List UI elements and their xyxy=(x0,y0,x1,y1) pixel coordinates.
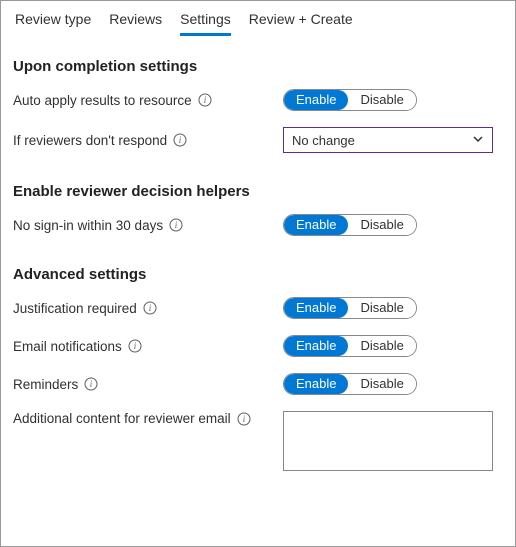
toggle-justification-enable[interactable]: Enable xyxy=(284,298,348,318)
svg-text:i: i xyxy=(149,303,152,313)
section-title-completion: Upon completion settings xyxy=(13,58,503,75)
label-no-respond: If reviewers don't respond i xyxy=(13,133,283,148)
toggle-email-notif-disable[interactable]: Disable xyxy=(348,336,415,356)
settings-panel: Review type Reviews Settings Review + Cr… xyxy=(0,0,516,547)
toggle-auto-apply-enable[interactable]: Enable xyxy=(284,90,348,110)
chevron-down-icon xyxy=(472,133,484,148)
toggle-no-signin-enable[interactable]: Enable xyxy=(284,215,348,235)
toggle-no-signin-disable[interactable]: Disable xyxy=(348,215,415,235)
row-no-signin: No sign-in within 30 days i Enable Disab… xyxy=(13,214,503,236)
info-icon[interactable]: i xyxy=(169,218,183,232)
toggle-justification-disable[interactable]: Disable xyxy=(348,298,415,318)
tab-reviews[interactable]: Reviews xyxy=(109,7,162,36)
info-icon[interactable]: i xyxy=(84,377,98,391)
select-no-respond-value: No change xyxy=(292,133,355,148)
label-reminders-text: Reminders xyxy=(13,377,78,392)
info-icon[interactable]: i xyxy=(173,133,187,147)
toggle-auto-apply-disable[interactable]: Disable xyxy=(348,90,415,110)
row-auto-apply: Auto apply results to resource i Enable … xyxy=(13,89,503,111)
toggle-email-notif-enable[interactable]: Enable xyxy=(284,336,348,356)
row-no-respond: If reviewers don't respond i No change xyxy=(13,127,503,153)
info-icon[interactable]: i xyxy=(143,301,157,315)
label-email-notif-text: Email notifications xyxy=(13,339,122,354)
svg-text:i: i xyxy=(179,135,182,145)
svg-text:i: i xyxy=(203,95,206,105)
svg-text:i: i xyxy=(242,414,245,424)
label-no-respond-text: If reviewers don't respond xyxy=(13,133,167,148)
tab-review-create[interactable]: Review + Create xyxy=(249,7,353,36)
svg-text:i: i xyxy=(134,341,137,351)
label-no-signin-text: No sign-in within 30 days xyxy=(13,218,163,233)
tab-settings[interactable]: Settings xyxy=(180,7,231,36)
textarea-additional-content[interactable] xyxy=(283,411,493,471)
content-area: Upon completion settings Auto apply resu… xyxy=(1,36,515,497)
section-title-helpers: Enable reviewer decision helpers xyxy=(13,183,503,200)
tab-review-type[interactable]: Review type xyxy=(15,7,91,36)
toggle-reminders-enable[interactable]: Enable xyxy=(284,374,348,394)
label-additional-content: Additional content for reviewer email i xyxy=(13,411,283,426)
select-no-respond[interactable]: No change xyxy=(283,127,493,153)
svg-text:i: i xyxy=(175,220,178,230)
label-justification-text: Justification required xyxy=(13,301,137,316)
info-icon[interactable]: i xyxy=(128,339,142,353)
info-icon[interactable]: i xyxy=(237,412,251,426)
row-reminders: Reminders i Enable Disable xyxy=(13,373,503,395)
toggle-email-notif[interactable]: Enable Disable xyxy=(283,335,417,357)
toggle-reminders-disable[interactable]: Disable xyxy=(348,374,415,394)
info-icon[interactable]: i xyxy=(198,93,212,107)
label-auto-apply-text: Auto apply results to resource xyxy=(13,93,192,108)
toggle-justification[interactable]: Enable Disable xyxy=(283,297,417,319)
label-no-signin: No sign-in within 30 days i xyxy=(13,218,283,233)
toggle-reminders[interactable]: Enable Disable xyxy=(283,373,417,395)
row-additional-content: Additional content for reviewer email i xyxy=(13,411,503,471)
label-additional-content-text: Additional content for reviewer email xyxy=(13,411,231,426)
label-reminders: Reminders i xyxy=(13,377,283,392)
label-auto-apply: Auto apply results to resource i xyxy=(13,93,283,108)
row-email-notif: Email notifications i Enable Disable xyxy=(13,335,503,357)
svg-text:i: i xyxy=(90,379,93,389)
toggle-auto-apply[interactable]: Enable Disable xyxy=(283,89,417,111)
section-title-advanced: Advanced settings xyxy=(13,266,503,283)
label-email-notif: Email notifications i xyxy=(13,339,283,354)
row-justification: Justification required i Enable Disable xyxy=(13,297,503,319)
tab-strip: Review type Reviews Settings Review + Cr… xyxy=(1,1,515,36)
label-justification: Justification required i xyxy=(13,301,283,316)
toggle-no-signin[interactable]: Enable Disable xyxy=(283,214,417,236)
